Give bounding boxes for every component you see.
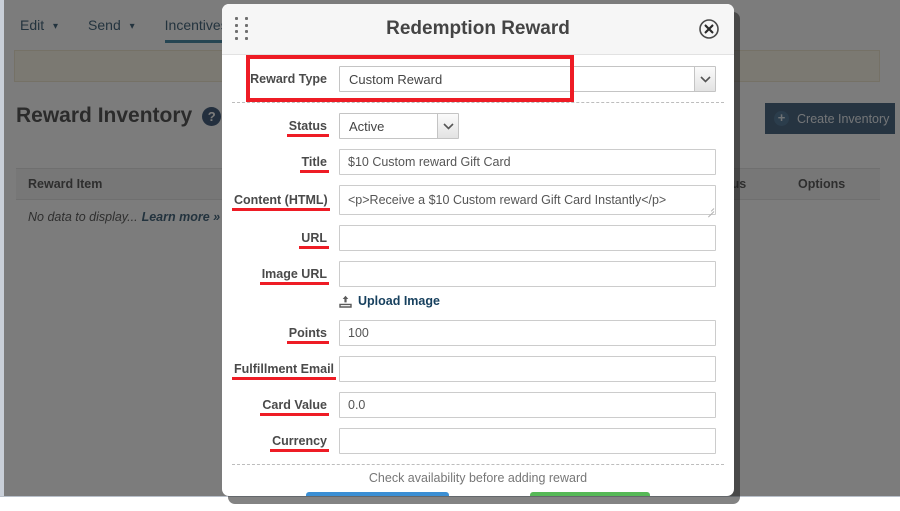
label-image-url: Image URL xyxy=(259,267,330,285)
upload-image-row: Upload Image xyxy=(222,292,734,312)
upload-image-label: Upload Image xyxy=(358,294,440,308)
label-content-html: Content (HTML) xyxy=(232,193,330,211)
drag-dots-icon[interactable] xyxy=(235,17,251,41)
content-html-textarea[interactable]: <p>Receive a $10 Custom reward Gift Card… xyxy=(339,185,716,215)
currency-input[interactable] xyxy=(339,428,716,454)
label-title: Title xyxy=(299,155,330,173)
field-row-points: Points xyxy=(222,312,734,351)
upload-image-button[interactable]: Upload Image xyxy=(339,294,440,308)
field-row-image-url: Image URL xyxy=(222,256,734,292)
label-currency: Currency xyxy=(270,434,329,452)
field-row-fulfillment-email: Fulfillment Email xyxy=(222,351,734,387)
status-value: Active xyxy=(349,118,385,134)
points-input[interactable] xyxy=(339,320,716,346)
upload-row-spacer xyxy=(234,294,339,308)
chevron-down-icon xyxy=(694,67,715,91)
card-value-input[interactable] xyxy=(339,392,716,418)
fulfillment-email-input[interactable] xyxy=(339,356,716,382)
field-row-content-html: Content (HTML) <p>Receive a $10 Custom r… xyxy=(222,180,734,220)
dialog-title: Redemption Reward xyxy=(386,18,570,39)
redemption-reward-dialog: Redemption Reward Reward Type Custom Rew… xyxy=(222,4,734,496)
field-row-reward-type: Reward Type Custom Reward xyxy=(222,55,734,102)
field-row-status: Status Active xyxy=(222,103,734,144)
chevron-down-icon xyxy=(437,114,458,138)
label-card-value: Card Value xyxy=(260,398,329,416)
label-url: URL xyxy=(299,231,329,249)
label-fulfillment-email: Fulfillment Email xyxy=(231,362,337,380)
label-points: Points xyxy=(286,326,330,344)
label-reward-type: Reward Type xyxy=(250,72,327,86)
dialog-body: Reward Type Custom Reward Status Active xyxy=(222,55,734,465)
upload-icon xyxy=(339,295,352,308)
label-status: Status xyxy=(286,119,330,137)
field-row-url: URL xyxy=(222,220,734,256)
footer-button-group: Check Availability Save Changes xyxy=(240,492,716,496)
dialog-header: Redemption Reward xyxy=(222,4,734,55)
reward-type-select[interactable]: Custom Reward xyxy=(339,66,716,92)
field-row-card-value: Card Value xyxy=(222,387,734,423)
status-select[interactable]: Active xyxy=(339,113,459,139)
save-changes-button[interactable]: Save Changes xyxy=(529,492,650,496)
image-url-input[interactable] xyxy=(339,261,716,287)
check-availability-button[interactable]: Check Availability xyxy=(306,492,449,496)
close-circle-icon[interactable] xyxy=(698,18,720,40)
reward-type-value: Custom Reward xyxy=(349,71,443,87)
title-input[interactable] xyxy=(339,149,716,175)
field-row-title: Title xyxy=(222,144,734,180)
dialog-footer: Check availability before adding reward … xyxy=(222,465,734,496)
bottom-strip xyxy=(0,496,900,511)
field-row-currency: Currency xyxy=(222,423,734,464)
url-input[interactable] xyxy=(339,225,716,251)
availability-hint: Check availability before adding reward xyxy=(368,471,588,485)
